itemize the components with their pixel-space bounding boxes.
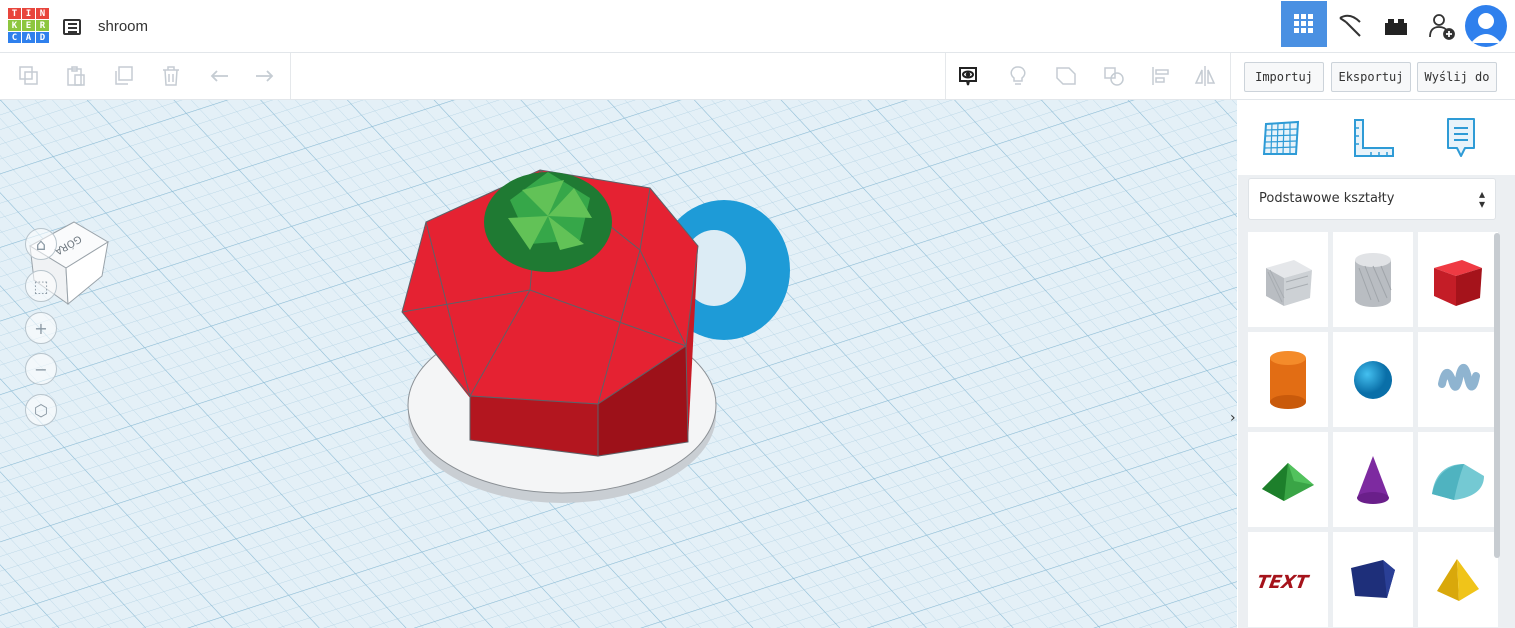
redo-icon[interactable] — [254, 65, 276, 87]
align-icon[interactable] — [1150, 65, 1172, 87]
logo-letter: N — [36, 8, 49, 19]
shape-box[interactable] — [1248, 232, 1328, 327]
undo-icon[interactable] — [208, 65, 230, 87]
workplane-grid — [0, 100, 1237, 628]
shape-scribble[interactable] — [1418, 332, 1498, 427]
text-shape-label: TEXT — [1257, 572, 1311, 593]
logo-letter: E — [22, 20, 35, 31]
notes-visibility-icon[interactable] — [957, 65, 979, 87]
home-view-icon[interactable]: ⌂ — [25, 228, 57, 260]
trash-icon[interactable] — [160, 65, 182, 87]
shape-cylinder[interactable] — [1248, 332, 1328, 427]
tinkercad-logo[interactable]: TIN KER CAD — [8, 8, 52, 44]
panel-tools — [1238, 100, 1515, 175]
shape-cylinder-hole[interactable] — [1333, 232, 1413, 327]
copy-icon[interactable] — [18, 65, 40, 87]
shape-category-value: Podstawowe kształty — [1259, 191, 1395, 206]
toolbar-divider — [290, 53, 291, 99]
shape-round-roof[interactable] — [1418, 432, 1498, 527]
logo-letter: D — [36, 32, 49, 43]
logo-letter: I — [22, 8, 35, 19]
shapes-panel: Podstawowe kształty ▴ ▾ TEXT — [1238, 100, 1515, 628]
fit-view-icon[interactable]: ⬚ — [25, 270, 57, 302]
ungroup-icon[interactable] — [1103, 65, 1125, 87]
shape-cone[interactable] — [1333, 432, 1413, 527]
pickaxe-icon[interactable] — [1327, 0, 1373, 52]
workplane-icon[interactable] — [1262, 118, 1302, 158]
top-bar: TIN KER CAD shroom — [0, 0, 1515, 53]
logo-letter: A — [22, 32, 35, 43]
shape-pyramid[interactable] — [1418, 532, 1498, 627]
mirror-icon[interactable] — [1194, 65, 1216, 87]
project-title[interactable]: shroom — [98, 18, 148, 35]
duplicate-icon[interactable] — [112, 65, 134, 87]
grid-view-icon[interactable] — [1281, 1, 1327, 47]
shape-category-select[interactable]: Podstawowe kształty ▴ ▾ — [1248, 178, 1496, 220]
shape-roof[interactable] — [1248, 432, 1328, 527]
panel-scrollbar[interactable] — [1494, 233, 1500, 558]
toolbar-divider — [945, 53, 946, 99]
projection-icon[interactable]: ⬡ — [25, 394, 57, 426]
shapes-grid: TEXT — [1248, 232, 1503, 627]
group-icon[interactable] — [1055, 65, 1077, 87]
edit-toolbar: Importuj Eksportuj Wyślij do — [0, 53, 1515, 100]
zoom-out-icon[interactable]: − — [25, 353, 57, 385]
shape-wedge[interactable] — [1333, 532, 1413, 627]
design-menu-icon[interactable] — [63, 19, 81, 35]
logo-letter: R — [36, 20, 49, 31]
shape-box-red[interactable] — [1418, 232, 1498, 327]
notes-icon[interactable] — [1445, 116, 1477, 160]
export-button[interactable]: Eksportuj — [1331, 62, 1411, 92]
toolbar-divider — [1230, 53, 1231, 99]
paste-icon[interactable] — [65, 65, 87, 87]
logo-letter: C — [8, 32, 21, 43]
workplane-canvas[interactable]: GÓRA ⌂ ⬚ + − ⬡ — [0, 100, 1237, 628]
import-button[interactable]: Importuj — [1244, 62, 1324, 92]
zoom-in-icon[interactable]: + — [25, 312, 57, 344]
ruler-icon[interactable] — [1351, 118, 1397, 160]
light-bulb-icon[interactable] — [1007, 65, 1029, 87]
top-right-actions — [1281, 0, 1515, 52]
add-user-icon[interactable] — [1419, 0, 1465, 52]
shape-sphere[interactable] — [1333, 332, 1413, 427]
select-arrows-icon: ▴ ▾ — [1478, 187, 1485, 211]
logo-letter: T — [8, 8, 21, 19]
avatar-icon[interactable] — [1465, 5, 1507, 47]
brick-icon[interactable] — [1373, 0, 1419, 52]
logo-letter: K — [8, 20, 21, 31]
send-to-button[interactable]: Wyślij do — [1417, 62, 1497, 92]
shape-text[interactable]: TEXT — [1248, 532, 1328, 627]
